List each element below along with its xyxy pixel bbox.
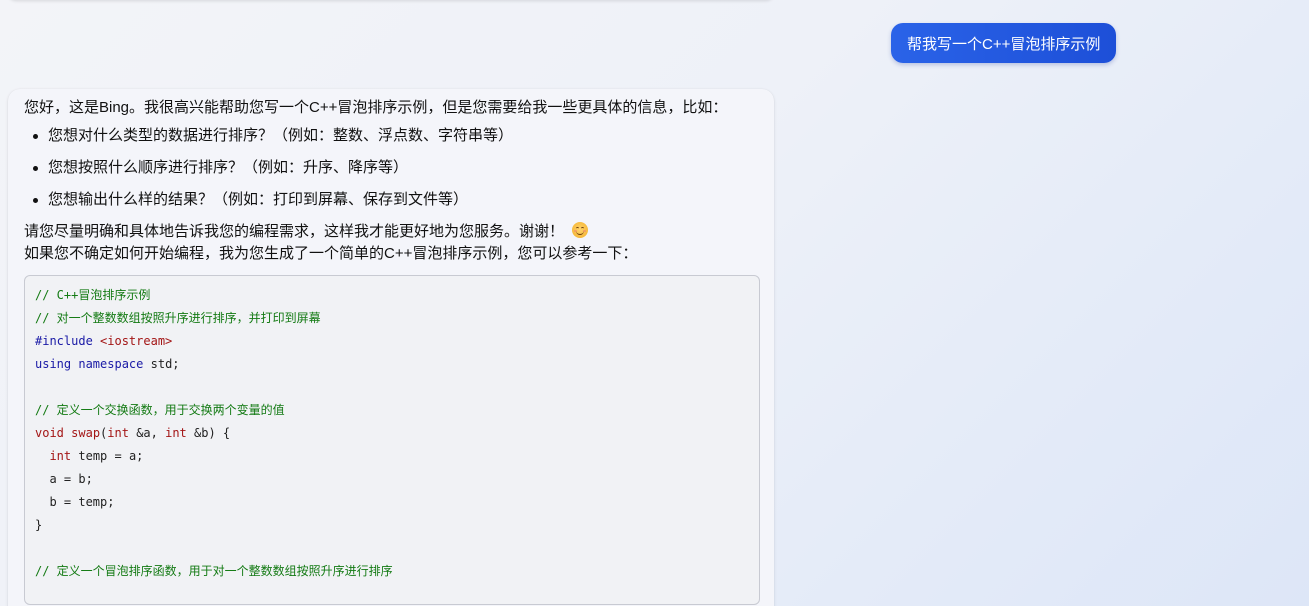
code-token-directive: #include — [35, 334, 93, 348]
code-line: void swap(int &a, int &b) { — [35, 422, 749, 445]
code-token-header: <iostream> — [100, 334, 173, 348]
bot-message-card: 您好，这是Bing。我很高兴能帮助您写一个C++冒泡排序示例，但是您需要给我一些… — [8, 89, 774, 606]
code-line: // 定义一个交换函数，用于交换两个变量的值 — [35, 403, 285, 417]
code-line: // C++冒泡排序示例 — [35, 288, 151, 302]
code-token-type: int — [49, 449, 72, 463]
code-token-type: void — [35, 426, 64, 440]
list-item: 您想对什么类型的数据进行排序？（例如：整数、浮点数、字符串等） — [24, 125, 758, 157]
bot-request-text: 请您尽量明确和具体地告诉我您的编程需求，这样我才能更好地为您服务。谢谢！ — [24, 221, 758, 243]
code-line: // 对一个整数数组按照升序进行排序，并打印到屏幕 — [35, 311, 321, 325]
bullet-dot-icon — [33, 198, 38, 203]
code-token-function: swap — [71, 426, 101, 440]
code-line: a = b; — [35, 472, 93, 486]
code-block[interactable]: // C++冒泡排序示例 // 对一个整数数组按照升序进行排序，并打印到屏幕 #… — [24, 275, 760, 605]
code-token-text: &a, — [128, 426, 166, 440]
code-line: using namespace std; — [35, 353, 749, 376]
list-item-text: 您想输出什么样的结果？（例如：打印到屏幕、保存到文件等） — [48, 191, 469, 208]
user-message-bubble: 帮我写一个C++冒泡排序示例 — [891, 23, 1117, 63]
code-line: // 定义一个冒泡排序函数，用于对一个整数数组按照升序进行排序 — [35, 564, 393, 578]
code-line: b = temp; — [35, 495, 115, 509]
list-item: 您想按照什么顺序进行排序？（例如：升序、降序等） — [24, 157, 758, 189]
code-token-keyword: namespace — [78, 357, 144, 371]
code-line: #include <iostream> — [35, 330, 749, 353]
code-line: } — [35, 518, 43, 532]
bot-intro-text: 您好，这是Bing。我很高兴能帮助您写一个C++冒泡排序示例，但是您需要给我一些… — [24, 99, 728, 116]
code-token-text: &b) { — [186, 426, 231, 440]
code-token-type: int — [165, 426, 187, 440]
bot-request-sentence: 请您尽量明确和具体地告诉我您的编程需求，这样我才能更好地为您服务。谢谢！ — [24, 223, 565, 240]
bullet-dot-icon — [33, 134, 38, 139]
code-token-text: temp = a; — [71, 449, 144, 463]
list-item-text: 您想按照什么顺序进行排序？（例如：升序、降序等） — [48, 159, 409, 176]
code-token-type: int — [107, 426, 129, 440]
code-token-text: std; — [143, 357, 180, 371]
code-token-keyword: using — [35, 357, 72, 371]
list-item-text: 您想对什么类型的数据进行排序？（例如：整数、浮点数、字符串等） — [48, 127, 514, 144]
bot-question-list: 您想对什么类型的数据进行排序？（例如：整数、浮点数、字符串等） 您想按照什么顺序… — [24, 125, 758, 221]
user-message-text: 帮我写一个C++冒泡排序示例 — [907, 35, 1101, 53]
smiling-face-icon — [572, 222, 589, 238]
bullet-dot-icon — [33, 166, 38, 171]
code-line: int temp = a; — [35, 445, 749, 468]
bot-suggest-text: 如果您不确定如何开始编程，我为您生成了一个简单的C++冒泡排序示例，您可以参考一… — [24, 245, 638, 262]
list-item: 您想输出什么样的结果？（例如：打印到屏幕、保存到文件等） — [24, 189, 758, 221]
